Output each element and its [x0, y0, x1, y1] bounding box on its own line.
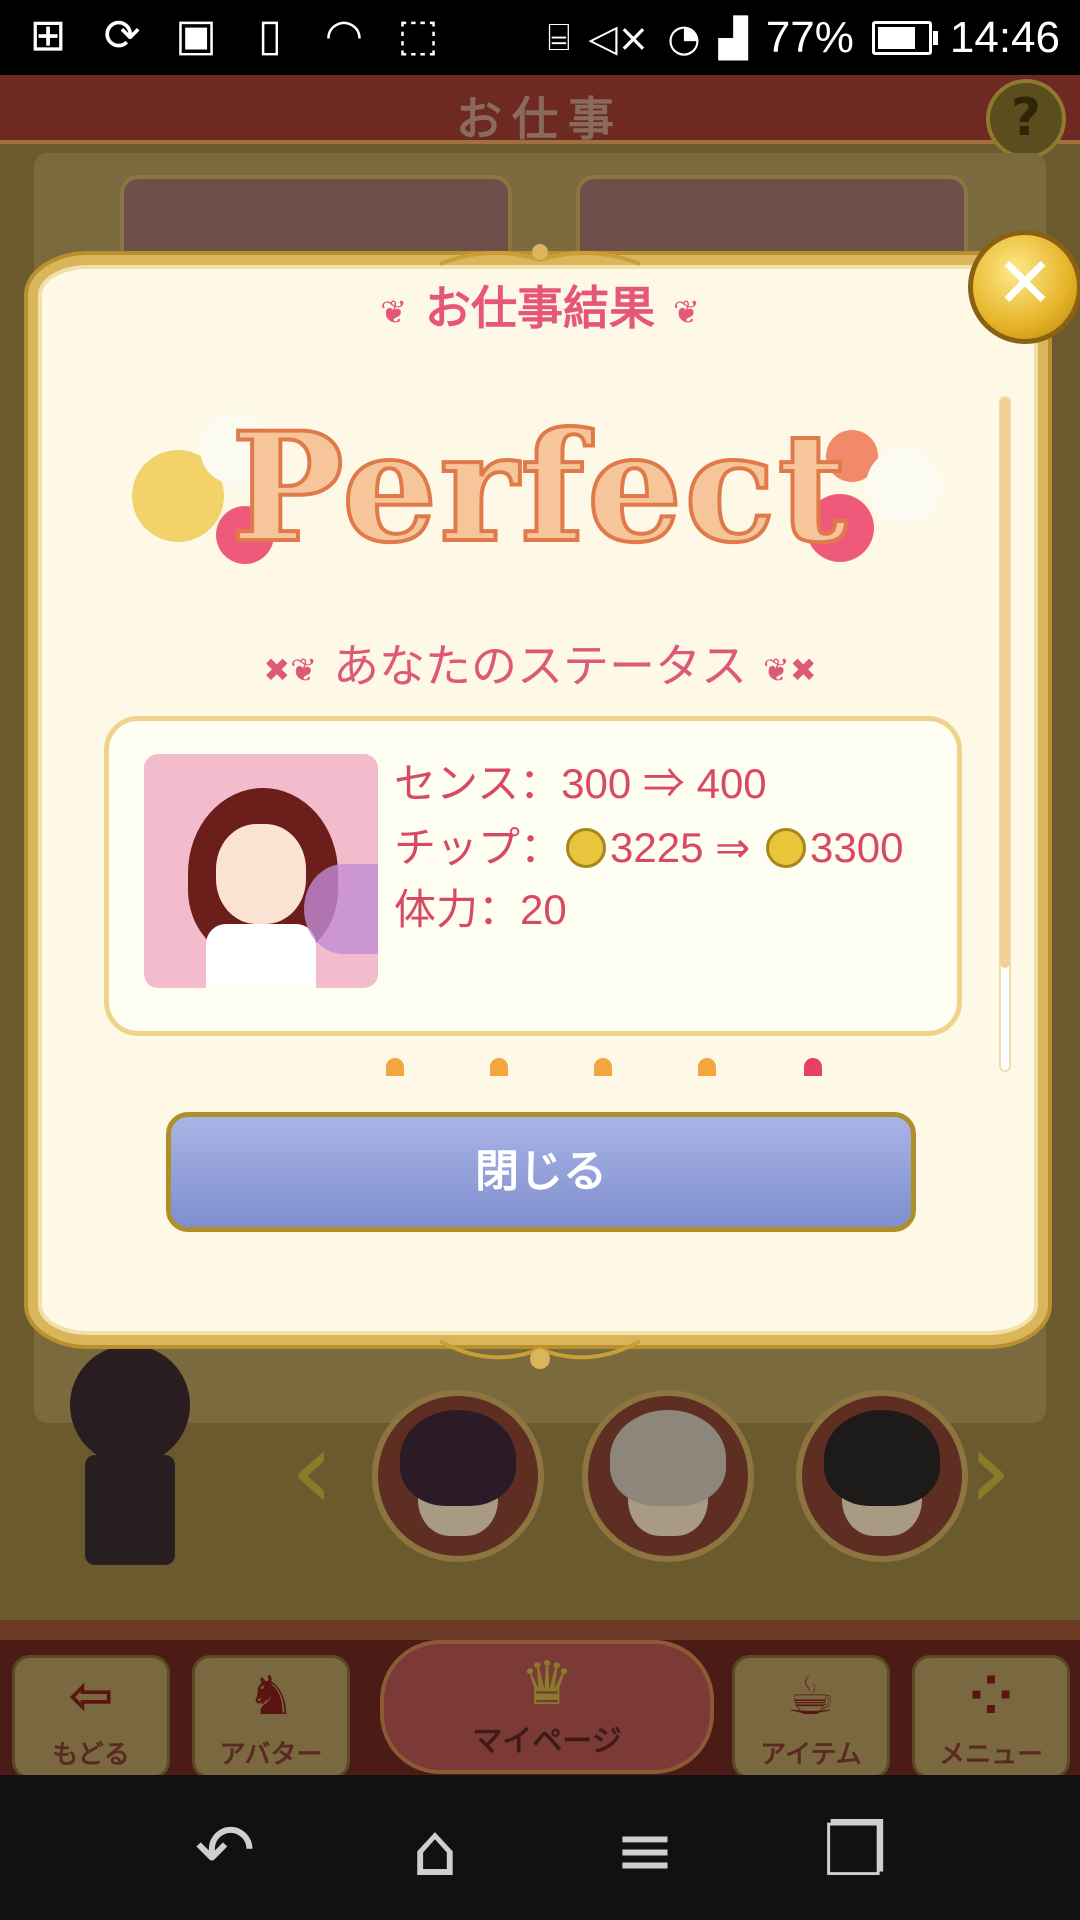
fan-icon [304, 864, 378, 954]
status-bar: ⊞ ⟳ ▣ ▯ ◠ ⬚ ⌸ ◁× ◔ ▟ 77% 14:46 [0, 0, 1080, 75]
image-icon: ▣ [175, 10, 217, 61]
result-text: Perfect [229, 398, 849, 578]
nfc-icon: ◠ [324, 10, 364, 61]
mypage-button[interactable]: ♛ マイページ [380, 1640, 714, 1774]
crown-icon: ♛ [520, 1649, 574, 1719]
stat-sense: センス：300 ⇒ 400 [394, 760, 767, 807]
ornament-top-icon [440, 244, 640, 266]
character-portrait[interactable] [372, 1390, 544, 1562]
back-icon[interactable]: ↶ [180, 1805, 270, 1895]
clock: 14:46 [949, 12, 1060, 62]
status-heading: ✖❦ あなたのステータス ❦✖ [263, 639, 817, 693]
sync-icon: ⟳ [103, 10, 141, 61]
stat-stamina: 体力：20 [394, 886, 567, 933]
back-arrow-icon: ⇦ [68, 1664, 114, 1727]
teapot-icon: ☕ [786, 1664, 836, 1727]
page-title: お仕事 [456, 92, 624, 146]
system-nav-bar: ↶ ⌂ ≡ ❐ [0, 1775, 1080, 1920]
battery-percent: 77% [765, 12, 854, 62]
mute-icon: ◁× [588, 15, 650, 60]
wifi-icon: ◔ [667, 15, 701, 60]
notification-icons: ⊞ ⟳ ▣ ▯ ◠ ⬚ [22, 10, 444, 62]
ornament-right-icon: ❦ [673, 292, 700, 331]
carousel-prev-icon[interactable]: ‹ [290, 1415, 350, 1525]
carousel-next-icon[interactable]: › [968, 1415, 1028, 1525]
reward-icon [594, 1058, 612, 1076]
game-header: お仕事 [0, 75, 1080, 146]
ornament-bottom-icon [440, 1339, 640, 1369]
stat-tip: チップ： 3225 ⇒ 3300 [394, 824, 904, 871]
reward-icon [490, 1058, 508, 1076]
menu-grid-icon: ⁘ [968, 1664, 1014, 1727]
result-banner: Perfect [120, 390, 960, 580]
avatar [144, 754, 378, 988]
add-icon: ⊞ [29, 10, 67, 61]
menu-button[interactable]: ⁘ メニュー [912, 1655, 1070, 1779]
battery-icon [871, 20, 938, 55]
back-button[interactable]: ⇦ もどる [12, 1655, 170, 1779]
coin-icon [766, 828, 806, 868]
ornament-right-icon: ❦✖ [763, 650, 817, 689]
avatar-button[interactable]: ♞ アバター [192, 1655, 350, 1779]
scrollbar-thumb[interactable] [1000, 398, 1010, 968]
ornament-left-icon: ❦ [380, 292, 407, 331]
phone-sync-icon: ▯ [257, 10, 283, 61]
recent-apps-icon[interactable]: ❐ [810, 1805, 900, 1895]
close-button[interactable]: 閉じる [166, 1112, 916, 1232]
character-carousel: ‹ › [0, 1365, 1080, 1565]
vr-icon: ⌸ [547, 15, 571, 59]
coin-icon [566, 828, 607, 868]
character-portrait[interactable] [796, 1390, 968, 1562]
menu-icon[interactable]: ≡ [600, 1805, 690, 1895]
home-icon[interactable]: ⌂ [390, 1805, 480, 1895]
dialog-title: ❦ お仕事結果 ❦ [380, 281, 700, 335]
ornament-left-icon: ✖❦ [263, 650, 317, 689]
item-button[interactable]: ☕ アイテム [732, 1655, 890, 1779]
signal-icon: ▟ [718, 15, 748, 60]
help-button[interactable]: ? [986, 79, 1066, 159]
reward-icon [386, 1058, 404, 1076]
character-portrait[interactable] [582, 1390, 754, 1562]
reward-icon [804, 1058, 822, 1076]
rotate-icon: ⬚ [397, 10, 439, 61]
dress-icon: ♞ [246, 1664, 296, 1727]
reward-icon [698, 1058, 716, 1076]
